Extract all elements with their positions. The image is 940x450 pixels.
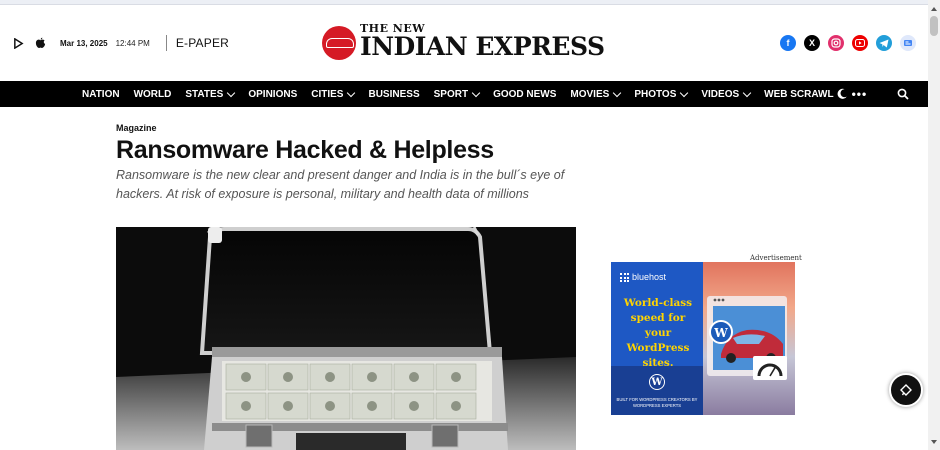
nav-item-web-scrawl[interactable]: WEB SCRAWL [764, 89, 833, 100]
main-navigation: NATION WORLD STATES OPINIONS CITIES BUSI… [0, 81, 928, 107]
browser-top-strip [0, 0, 928, 5]
chevron-down-icon [227, 88, 236, 97]
bluehost-advertisement[interactable]: bluehost World-class speed for your Word… [611, 262, 795, 415]
nav-item-world[interactable]: WORLD [134, 89, 172, 100]
site-logo[interactable]: THE NEW INDIAN EXPRESS [322, 22, 612, 64]
chat-button[interactable] [889, 373, 923, 407]
logo-emblem-icon [322, 26, 356, 60]
nav-item-good-news[interactable]: GOOD NEWS [493, 89, 556, 100]
apple-icon[interactable] [34, 37, 46, 49]
svg-text:W: W [713, 326, 728, 340]
nav-item-sport[interactable]: SPORT [433, 88, 481, 100]
briefcase-of-cash-image [116, 227, 576, 450]
chevron-down-icon [680, 88, 689, 97]
divider [165, 35, 167, 51]
nav-label: STATES [185, 88, 224, 100]
nav-label: GOOD NEWS [493, 88, 557, 100]
telegram-icon[interactable] [876, 35, 892, 51]
ad-right-panel: W [703, 262, 795, 415]
ad-headline: World-class speed for your WordPress sit… [623, 297, 693, 369]
bluehost-grid-icon [620, 273, 629, 282]
advertisement-label: Advertisement [750, 254, 802, 262]
chat-bubble-icon [900, 384, 912, 396]
nav-item-photos[interactable]: PHOTOS [634, 88, 689, 100]
google-news-icon[interactable] [900, 35, 916, 51]
nav-label: WORLD [133, 88, 172, 100]
nav-label: CITIES [311, 88, 344, 100]
ad-footer: W BUILT FOR WORDPRESS CREATORS BY WORDPR… [611, 366, 703, 415]
facebook-icon[interactable]: f [780, 35, 796, 51]
nav-item-nation[interactable]: NATION [82, 89, 120, 100]
nav-label: PHOTOS [634, 88, 677, 100]
search-icon[interactable] [897, 88, 909, 100]
article-category[interactable]: Magazine [116, 123, 157, 133]
scrollbar[interactable] [928, 0, 940, 450]
nav-label: OPINIONS [248, 88, 298, 100]
logo-line-2: INDIAN EXPRESS [360, 32, 605, 61]
nav-item-videos[interactable]: VIDEOS [701, 88, 752, 100]
dark-mode-moon-icon[interactable] [836, 88, 848, 100]
current-time: 12:44 PM [115, 38, 150, 48]
google-play-icon[interactable] [12, 37, 24, 49]
nav-label: NATION [82, 88, 120, 100]
header-utility: Mar 13, 2025 12:44 PM E-PAPER [12, 32, 229, 54]
ad-car-illustration: W [707, 296, 787, 380]
x-icon[interactable]: X [804, 35, 820, 51]
wordpress-icon: W [649, 374, 665, 390]
nav-item-opinions[interactable]: OPINIONS [248, 89, 297, 100]
social-links: f X [780, 35, 916, 51]
nav-item-states[interactable]: STATES [185, 88, 236, 100]
more-icon[interactable]: ••• [852, 87, 868, 101]
nav-label: WEB SCRAWL [764, 88, 834, 100]
scroll-up-arrow-icon[interactable] [931, 7, 937, 11]
ad-left-panel: bluehost World-class speed for your Word… [611, 262, 703, 415]
article-headline: Ransomware Hacked & Helpless [116, 136, 494, 164]
nav-label: BUSINESS [368, 88, 420, 100]
nav-items: NATION WORLD STATES OPINIONS CITIES BUSI… [82, 81, 891, 107]
current-date: Mar 13, 2025 [60, 38, 108, 48]
nav-item-cities[interactable]: CITIES [311, 88, 356, 100]
nav-label: MOVIES [570, 88, 610, 100]
epaper-link[interactable]: E-PAPER [176, 36, 229, 50]
ad-brand: bluehost [632, 272, 667, 282]
chevron-down-icon [613, 88, 622, 97]
chevron-down-icon [471, 88, 481, 97]
nav-label: VIDEOS [701, 88, 740, 100]
nav-item-movies[interactable]: MOVIES [570, 88, 622, 100]
youtube-icon[interactable] [852, 35, 868, 51]
chevron-down-icon [742, 88, 752, 97]
chevron-down-icon [347, 88, 356, 97]
nav-label: SPORT [433, 88, 469, 100]
scroll-down-arrow-icon[interactable] [931, 440, 937, 444]
ad-fine-print: BUILT FOR WORDPRESS CREATORS BY WORDPRES… [616, 397, 698, 408]
article-standfirst: Ransomware is the new clear and present … [116, 168, 565, 201]
nav-item-business[interactable]: BUSINESS [368, 89, 419, 100]
article-hero-image [116, 227, 576, 450]
instagram-icon[interactable] [828, 35, 844, 51]
scrollbar-thumb[interactable] [930, 16, 938, 36]
